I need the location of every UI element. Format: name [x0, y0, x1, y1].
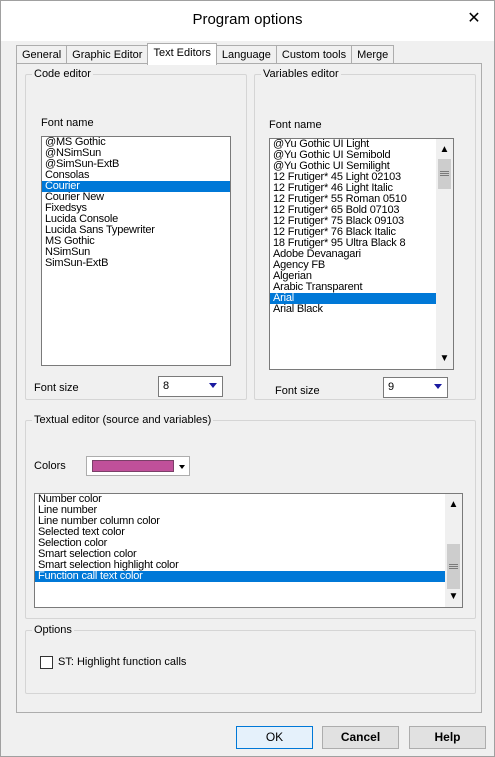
- vars-font-item[interactable]: @Yu Gothic UI Light: [270, 139, 438, 150]
- vars-font-item-selected[interactable]: Arial: [270, 293, 438, 304]
- vars-font-item[interactable]: Agency FB: [270, 260, 438, 271]
- code-font-item[interactable]: Lucida Sans Typewriter: [42, 225, 230, 236]
- options-legend: Options: [34, 624, 72, 636]
- code-font-list: @MS Gothic @NSimSun @SimSun-ExtB Consola…: [42, 137, 230, 269]
- scrollbar-thumb[interactable]: [447, 544, 460, 589]
- vars-font-size-label: Font size: [275, 385, 320, 397]
- scroll-up-arrow-icon[interactable]: ▲: [436, 141, 453, 158]
- color-item[interactable]: Number color: [35, 494, 447, 505]
- ok-button[interactable]: OK: [236, 726, 313, 749]
- vars-font-size-select[interactable]: 9: [383, 377, 448, 398]
- code-font-item[interactable]: NSimSun: [42, 247, 230, 258]
- vars-font-name-label: Font name: [269, 119, 322, 131]
- vars-font-item[interactable]: 18 Frutiger* 95 Ultra Black 8: [270, 238, 438, 249]
- vars-font-item[interactable]: 12 Frutiger* 75 Black 09103: [270, 216, 438, 227]
- code-font-item[interactable]: SimSun-ExtB: [42, 258, 230, 269]
- vars-font-item[interactable]: Adobe Devanagari: [270, 249, 438, 260]
- code-font-item[interactable]: Lucida Console: [42, 214, 230, 225]
- dropdown-arrow-icon: [209, 383, 217, 388]
- grip-icon: [440, 171, 449, 176]
- vars-font-scrollbar[interactable]: ▲ ▼: [436, 139, 453, 369]
- color-item[interactable]: Smart selection highlight color: [35, 560, 447, 571]
- code-font-item[interactable]: Fixedsys: [42, 203, 230, 214]
- color-items-scrollbar[interactable]: ▲ ▼: [445, 494, 462, 607]
- vars-font-item[interactable]: 12 Frutiger* 76 Black Italic: [270, 227, 438, 238]
- window-title: Program options: [192, 11, 303, 28]
- vars-font-item[interactable]: Arial Black: [270, 304, 438, 315]
- vars-font-item[interactable]: @Yu Gothic UI Semibold: [270, 150, 438, 161]
- color-item[interactable]: Selected text color: [35, 527, 447, 538]
- code-font-item[interactable]: @MS Gothic: [42, 137, 230, 148]
- title-bar[interactable]: Program options ✕: [1, 1, 494, 41]
- program-options-dialog: Program options ✕ General Graphic Editor…: [0, 0, 495, 757]
- variables-editor-legend: Variables editor: [263, 68, 339, 80]
- dropdown-arrow-icon: [434, 384, 442, 389]
- options-group: Options ST: Highlight function calls: [25, 624, 476, 694]
- vars-font-listbox[interactable]: @Yu Gothic UI Light @Yu Gothic UI Semibo…: [269, 138, 454, 370]
- color-items-list: Number color Line number Line number col…: [35, 494, 447, 582]
- textual-editor-group: Textual editor (source and variables) Co…: [25, 414, 476, 619]
- code-font-item[interactable]: @NSimSun: [42, 148, 230, 159]
- tab-graphic-editor[interactable]: Graphic Editor: [66, 45, 149, 64]
- vars-font-item[interactable]: 12 Frutiger* 55 Roman 0510: [270, 194, 438, 205]
- scroll-up-arrow-icon[interactable]: ▲: [445, 496, 462, 513]
- vars-font-item[interactable]: 12 Frutiger* 46 Light Italic: [270, 183, 438, 194]
- vars-font-item[interactable]: Arabic Transparent: [270, 282, 438, 293]
- vars-font-item[interactable]: Algerian: [270, 271, 438, 282]
- close-icon[interactable]: ✕: [462, 7, 486, 31]
- code-font-size-label: Font size: [34, 382, 79, 394]
- vars-font-list: @Yu Gothic UI Light @Yu Gothic UI Semibo…: [270, 139, 438, 315]
- color-item[interactable]: Line number column color: [35, 516, 447, 527]
- text-editors-panel: Code editor Font name @MS Gothic @NSimSu…: [16, 63, 482, 713]
- code-editor-legend: Code editor: [34, 68, 91, 80]
- vars-font-item[interactable]: 12 Frutiger* 65 Bold 07103: [270, 205, 438, 216]
- help-button[interactable]: Help: [409, 726, 486, 749]
- tab-strip: General Graphic Editor Text Editors Lang…: [16, 43, 395, 65]
- tab-merge[interactable]: Merge: [351, 45, 395, 64]
- scrollbar-thumb[interactable]: [438, 159, 451, 189]
- colors-label: Colors: [34, 460, 66, 472]
- color-item[interactable]: Smart selection color: [35, 549, 447, 560]
- color-picker[interactable]: [86, 456, 190, 476]
- color-items-listbox[interactable]: Number color Line number Line number col…: [34, 493, 463, 608]
- scroll-down-arrow-icon[interactable]: ▼: [436, 350, 453, 367]
- scroll-down-arrow-icon[interactable]: ▼: [445, 588, 462, 605]
- textual-editor-legend: Textual editor (source and variables): [34, 414, 212, 426]
- code-font-item[interactable]: @SimSun-ExtB: [42, 159, 230, 170]
- variables-editor-group: Variables editor Font name @Yu Gothic UI…: [254, 68, 476, 400]
- vars-font-size-value: 9: [388, 381, 395, 393]
- code-font-item-selected[interactable]: Courier: [42, 181, 230, 192]
- code-font-item[interactable]: Courier New: [42, 192, 230, 203]
- code-font-size-select[interactable]: 8: [158, 376, 223, 397]
- code-font-name-label: Font name: [41, 117, 94, 129]
- tab-text-editors[interactable]: Text Editors: [147, 43, 217, 65]
- tab-general[interactable]: General: [16, 45, 68, 64]
- code-editor-group: Code editor Font name @MS Gothic @NSimSu…: [25, 68, 247, 400]
- color-swatch: [92, 460, 174, 472]
- code-font-size-value: 8: [163, 380, 170, 392]
- cancel-button[interactable]: Cancel: [322, 726, 399, 749]
- vars-font-item[interactable]: 12 Frutiger* 45 Light 02103: [270, 172, 438, 183]
- dropdown-arrow-icon: [179, 465, 185, 469]
- highlight-function-calls-checkbox[interactable]: [40, 656, 53, 669]
- color-item-selected[interactable]: Function call text color: [35, 571, 447, 582]
- tab-language[interactable]: Language: [215, 45, 277, 64]
- code-font-item[interactable]: MS Gothic: [42, 236, 230, 247]
- tab-custom-tools[interactable]: Custom tools: [275, 45, 353, 64]
- code-font-listbox[interactable]: @MS Gothic @NSimSun @SimSun-ExtB Consola…: [41, 136, 231, 366]
- code-font-item[interactable]: Consolas: [42, 170, 230, 181]
- vars-font-item[interactable]: @Yu Gothic UI Semilight: [270, 161, 438, 172]
- color-item[interactable]: Selection color: [35, 538, 447, 549]
- color-item[interactable]: Line number: [35, 505, 447, 516]
- highlight-function-calls-label[interactable]: ST: Highlight function calls: [58, 656, 186, 668]
- grip-icon: [449, 564, 458, 569]
